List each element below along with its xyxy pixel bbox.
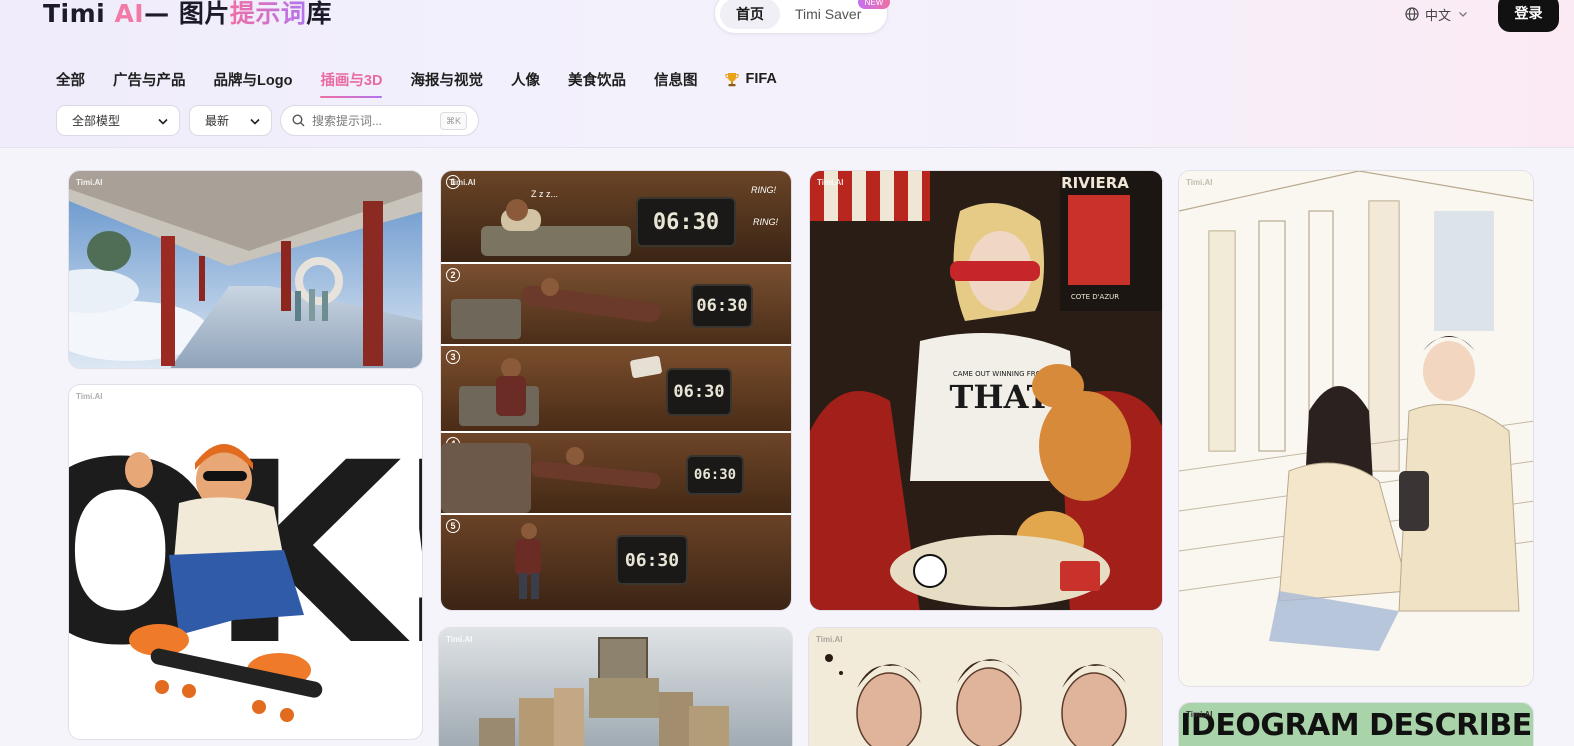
- site-header: Timi AI— 图片提示词库 首页 Timi Saver NEW 中文 登录 …: [0, 0, 1574, 148]
- sort-select-value: 最新: [205, 114, 230, 128]
- search-input[interactable]: [312, 113, 432, 128]
- shirt-small-text: CAME OUT WINNING FROM: [953, 370, 1047, 378]
- comic-panel: 5 06:30: [441, 515, 791, 610]
- logo-text-accent: 提示词: [229, 0, 307, 28]
- comic-panel: 4 06:30: [441, 433, 791, 515]
- logo-text-2: — 图片: [144, 0, 230, 28]
- chevron-down-icon: [158, 118, 168, 125]
- model-select-value: 全部模型: [72, 114, 121, 128]
- search-box: ⌘K: [280, 105, 479, 136]
- alarm-clock: 06:30: [666, 368, 732, 416]
- gallery-card-city-stack[interactable]: Timi.AI: [438, 627, 793, 746]
- tab-fifa-label: FIFA: [745, 71, 777, 87]
- search-shortcut: ⌘K: [439, 112, 467, 130]
- tab-portrait[interactable]: 人像: [511, 69, 540, 90]
- panel-number: 5: [446, 519, 460, 533]
- city-stack-image: [439, 628, 792, 746]
- gallery-card-riviera[interactable]: RIVIERA COTE D'AZUR THAT CAME OUT WINNIN…: [809, 170, 1163, 611]
- alarm-clock: 06:30: [691, 284, 753, 328]
- gallery-card-watercolor-couple[interactable]: Timi.AI: [1178, 170, 1534, 687]
- language-label: 中文: [1425, 7, 1452, 23]
- watermark: Timi.AI: [816, 635, 843, 644]
- tab-poster-visual[interactable]: 海报与视觉: [410, 69, 483, 90]
- poster-sign-text: RIVIERA: [1061, 174, 1129, 192]
- gallery-card-alarm-comic[interactable]: 1 Z z z... 06:30 RING! RING! 2 06:30 3 0…: [440, 170, 792, 611]
- timi-saver-tab[interactable]: Timi Saver: [795, 0, 861, 29]
- gallery-card-ideogram-describe[interactable]: IDEOGRAM DESCRIBE Timi.AI: [1178, 702, 1534, 746]
- alarm-clock: 06:30: [636, 197, 736, 247]
- panel-number: 3: [446, 350, 460, 364]
- category-nav: 全部 广告与产品 品牌与Logo 插画与3D 海报与视觉 人像 美食饮品 信息图…: [56, 68, 805, 98]
- logo-text-1: Timi: [43, 0, 115, 28]
- alarm-clock: 06:30: [686, 455, 744, 495]
- poster-sub-text: COTE D'AZUR: [1071, 293, 1119, 301]
- ok-skater-image: OK!: [69, 409, 422, 722]
- language-selector[interactable]: 中文: [1405, 4, 1469, 24]
- sleep-text: Z z z...: [531, 189, 558, 199]
- tab-infographic[interactable]: 信息图: [654, 69, 698, 90]
- new-badge: NEW: [858, 0, 890, 9]
- temple-corridor-image: [69, 171, 422, 368]
- tab-illustration-3d[interactable]: 插画与3D: [320, 69, 383, 98]
- watercolor-couple-image: [1179, 171, 1533, 686]
- tab-ads-products[interactable]: 广告与产品: [113, 69, 186, 90]
- riviera-cafe-image: RIVIERA COTE D'AZUR THAT CAME OUT WINNIN…: [810, 171, 1162, 610]
- logo-text-3: 库: [306, 0, 332, 28]
- chevron-down-icon: [1459, 12, 1467, 17]
- tab-fifa[interactable]: FIFA: [725, 71, 777, 87]
- ring-text: RING!: [753, 217, 779, 227]
- tab-food-drink[interactable]: 美食饮品: [568, 69, 626, 90]
- watermark: Timi.AI: [76, 178, 103, 187]
- watermark: Timi.AI: [446, 635, 473, 644]
- login-button[interactable]: 登录: [1498, 0, 1559, 32]
- comic-panel: 1 Z z z... 06:30 RING! RING!: [441, 171, 791, 264]
- panel-number: 2: [446, 268, 460, 282]
- gallery-card-portraits[interactable]: Timi.AI: [808, 627, 1163, 746]
- chevron-down-icon: [250, 118, 260, 125]
- search-icon: [292, 114, 305, 127]
- tab-all[interactable]: 全部: [56, 69, 85, 90]
- tab-brand-logo[interactable]: 品牌与Logo: [214, 69, 293, 90]
- mode-toggle: 首页 Timi Saver NEW: [714, 0, 890, 34]
- comic-panel: 2 06:30: [441, 264, 791, 346]
- describe-title: IDEOGRAM DESCRIBE: [1179, 703, 1533, 746]
- trophy-icon: [725, 72, 740, 86]
- globe-icon: [1405, 7, 1419, 21]
- model-select[interactable]: 全部模型: [56, 105, 180, 136]
- ring-text: RING!: [751, 185, 777, 195]
- watermark: Timi.AI: [449, 178, 476, 187]
- watermark: Timi.AI: [817, 178, 844, 187]
- gallery-card-ok[interactable]: OK! Timi.AI: [68, 384, 423, 740]
- site-logo[interactable]: Timi AI— 图片提示词库: [43, 0, 332, 30]
- home-tab[interactable]: 首页: [720, 0, 780, 29]
- comic-panel: 3 06:30: [441, 346, 791, 433]
- watermark: Timi.AI: [1186, 710, 1213, 719]
- watermark: Timi.AI: [76, 392, 103, 401]
- alarm-clock: 06:30: [616, 535, 688, 585]
- gallery-card-temple[interactable]: Timi.AI: [68, 170, 423, 369]
- sort-select[interactable]: 最新: [189, 105, 272, 136]
- logo-text-ai: AI: [114, 0, 145, 28]
- portrait-sketch-image: [809, 628, 1162, 746]
- watermark: Timi.AI: [1186, 178, 1213, 187]
